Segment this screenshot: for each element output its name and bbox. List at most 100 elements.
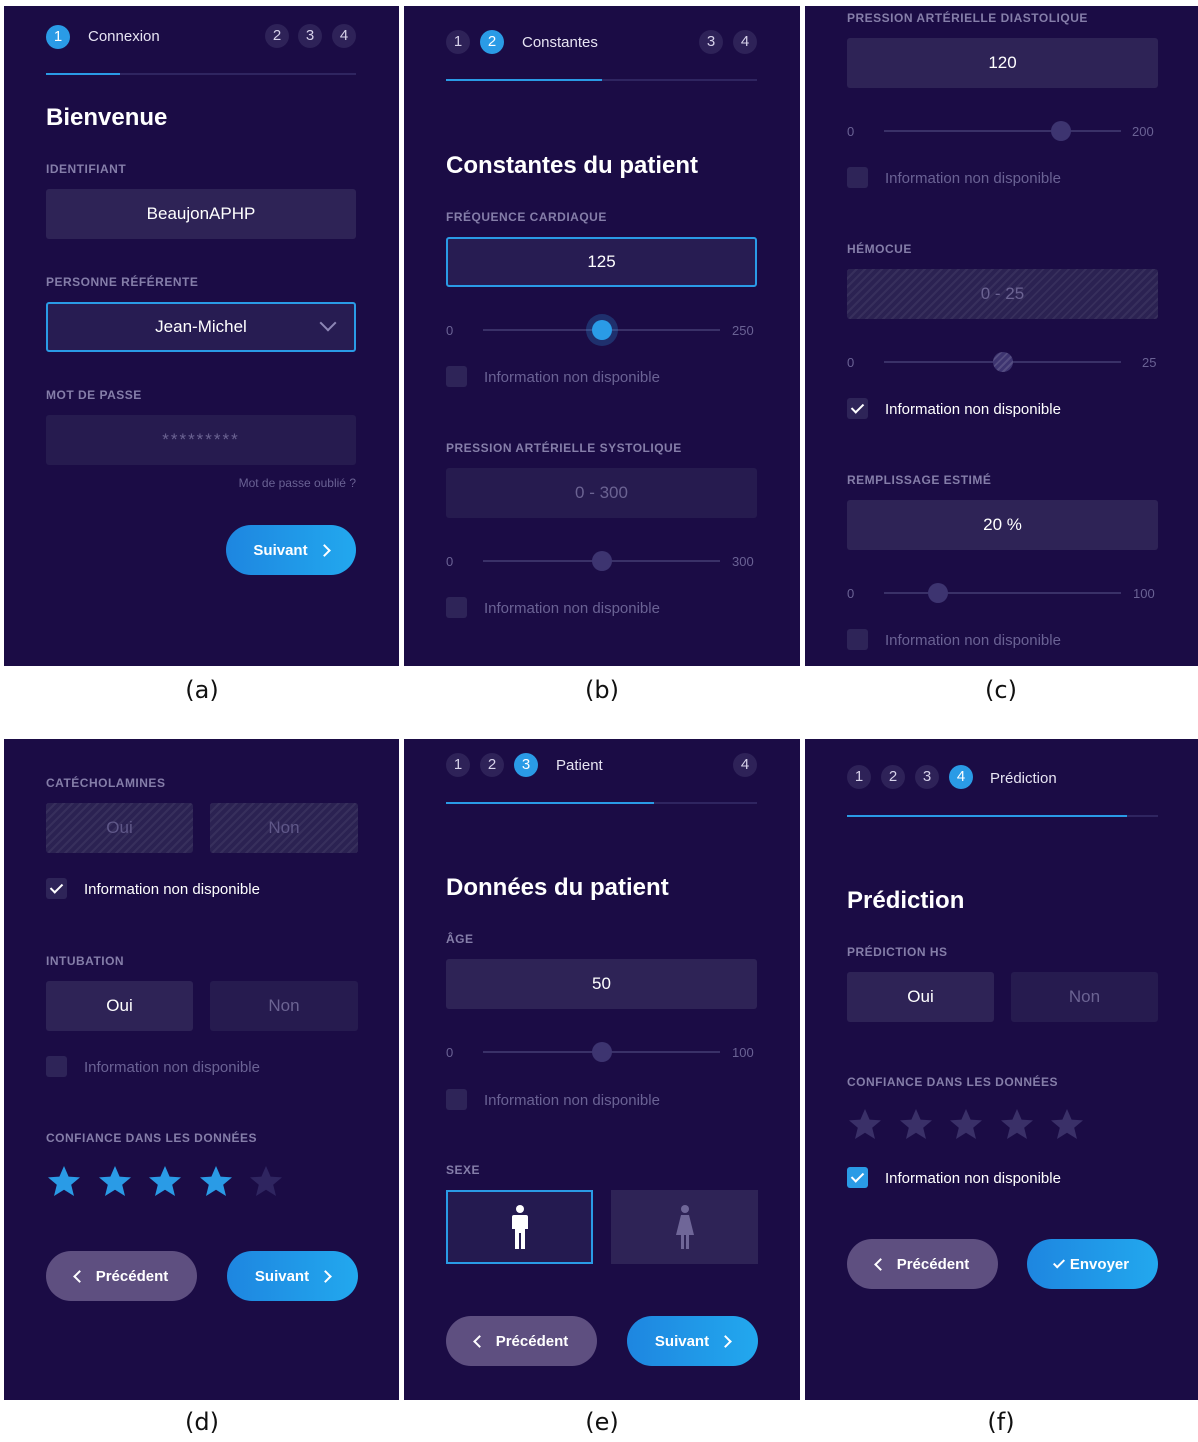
previous-button[interactable]: Précédent bbox=[46, 1251, 197, 1301]
caption-e: (e) bbox=[585, 1408, 619, 1436]
ref-select[interactable]: Jean-Michel bbox=[46, 302, 356, 352]
na-checkbox[interactable] bbox=[847, 629, 868, 650]
star-icon[interactable] bbox=[46, 1164, 82, 1200]
step-2[interactable]: 2 bbox=[480, 30, 504, 54]
step-3[interactable]: 3 bbox=[514, 753, 538, 777]
filling-label: REMPLISSAGE ESTIMÉ bbox=[847, 473, 992, 487]
star-icon[interactable] bbox=[97, 1164, 133, 1200]
sbp-field[interactable]: 0 - 300 bbox=[446, 468, 757, 518]
na-checkbox-checked[interactable] bbox=[847, 1167, 868, 1188]
dbp-slider-knob[interactable] bbox=[1051, 121, 1071, 141]
step-4[interactable]: 4 bbox=[733, 30, 757, 54]
step-4[interactable]: 4 bbox=[733, 753, 757, 777]
caption-a: (a) bbox=[185, 676, 219, 704]
password-field[interactable]: ********* bbox=[46, 415, 356, 465]
star-icon[interactable] bbox=[1049, 1107, 1085, 1143]
slider-min: 0 bbox=[446, 323, 454, 338]
dbp-slider-track[interactable] bbox=[884, 130, 1121, 132]
chevron-right-icon bbox=[719, 1334, 732, 1348]
forgot-password-link[interactable]: Mot de passe oublié ? bbox=[239, 476, 356, 490]
sbp-slider-knob[interactable] bbox=[592, 551, 612, 571]
panel-treatment: CATÉCHOLAMINES Oui Non Information non d… bbox=[4, 739, 399, 1400]
hemocue-field[interactable]: 0 - 25 bbox=[847, 269, 1158, 319]
previous-button[interactable]: Précédent bbox=[446, 1316, 597, 1366]
na-label: Information non disponible bbox=[885, 1170, 1061, 1187]
next-button[interactable]: Suivant bbox=[627, 1316, 758, 1366]
send-label: Envoyer bbox=[1069, 1255, 1130, 1273]
prediction-no[interactable]: Non bbox=[1011, 972, 1158, 1022]
confidence-label: CONFIANCE DANS LES DONNÉES bbox=[46, 1131, 258, 1145]
id-label: IDENTIFIANT bbox=[46, 162, 127, 176]
sex-female-option[interactable] bbox=[611, 1190, 758, 1264]
step-2[interactable]: 2 bbox=[480, 753, 504, 777]
prediction-yes[interactable]: Oui bbox=[847, 972, 994, 1022]
catecholamines-yes[interactable]: Oui bbox=[46, 803, 193, 853]
na-label: Information non disponible bbox=[885, 632, 1061, 649]
star-icon[interactable] bbox=[898, 1107, 934, 1143]
password-placeholder: ********* bbox=[162, 430, 240, 449]
page-title: Bienvenue bbox=[46, 104, 168, 131]
prediction-label: PRÉDICTION HS bbox=[847, 945, 948, 959]
age-field[interactable]: 50 bbox=[446, 959, 757, 1009]
step-1[interactable]: 1 bbox=[46, 25, 70, 49]
step-3[interactable]: 3 bbox=[915, 765, 939, 789]
step-2[interactable]: 2 bbox=[881, 765, 905, 789]
chevron-right-icon bbox=[319, 1269, 332, 1283]
step-4[interactable]: 4 bbox=[332, 24, 356, 48]
slider-max: 100 bbox=[1133, 586, 1155, 601]
intubation-label: INTUBATION bbox=[46, 954, 125, 968]
send-button[interactable]: Envoyer bbox=[1027, 1239, 1158, 1289]
na-checkbox[interactable] bbox=[446, 366, 467, 387]
na-checkbox-checked[interactable] bbox=[847, 398, 868, 419]
next-button[interactable]: Suivant bbox=[226, 525, 356, 575]
na-checkbox[interactable] bbox=[446, 1089, 467, 1110]
star-icon[interactable] bbox=[847, 1107, 883, 1143]
filling-slider-knob[interactable] bbox=[928, 583, 948, 603]
star-icon[interactable] bbox=[248, 1164, 284, 1200]
slider-min: 0 bbox=[847, 586, 855, 601]
sbp-placeholder: 0 - 300 bbox=[575, 483, 628, 502]
progress-bar bbox=[46, 73, 356, 75]
star-icon[interactable] bbox=[198, 1164, 234, 1200]
chevron-left-icon bbox=[873, 1257, 887, 1271]
na-checkbox-checked[interactable] bbox=[46, 878, 67, 899]
previous-button[interactable]: Précédent bbox=[847, 1239, 998, 1289]
intubation-no[interactable]: Non bbox=[210, 981, 358, 1031]
id-field[interactable]: BeaujonAPHP bbox=[46, 189, 356, 239]
page-title: Prédiction bbox=[847, 887, 965, 914]
heart-rate-slider-knob[interactable] bbox=[592, 320, 612, 340]
step-3[interactable]: 3 bbox=[699, 30, 723, 54]
star-icon[interactable] bbox=[999, 1107, 1035, 1143]
page-title: Données du patient bbox=[446, 874, 669, 901]
na-label: Information non disponible bbox=[885, 170, 1061, 187]
step-2[interactable]: 2 bbox=[265, 24, 289, 48]
hemocue-slider-knob[interactable] bbox=[993, 352, 1013, 372]
caption-c: (c) bbox=[985, 676, 1017, 704]
step-1[interactable]: 1 bbox=[847, 765, 871, 789]
filling-field[interactable]: 20 % bbox=[847, 500, 1158, 550]
confidence-label: CONFIANCE DANS LES DONNÉES bbox=[847, 1075, 1059, 1089]
next-button[interactable]: Suivant bbox=[227, 1251, 358, 1301]
catecholamines-no[interactable]: Non bbox=[210, 803, 358, 853]
star-icon[interactable] bbox=[948, 1107, 984, 1143]
step-3[interactable]: 3 bbox=[298, 24, 322, 48]
panel-login: 1 Connexion 2 3 4 Bienvenue IDENTIFIANT … bbox=[4, 6, 399, 666]
filling-slider-track[interactable] bbox=[884, 592, 1121, 594]
heart-rate-field[interactable]: 125 bbox=[446, 237, 757, 287]
ref-label: PERSONNE RÉFÉRENTE bbox=[46, 275, 199, 289]
slider-max: 200 bbox=[1132, 124, 1154, 139]
na-checkbox[interactable] bbox=[446, 597, 467, 618]
step-1[interactable]: 1 bbox=[446, 753, 470, 777]
dbp-label: PRESSION ARTÉRIELLE DIASTOLIQUE bbox=[847, 11, 1088, 25]
slider-max: 25 bbox=[1142, 355, 1157, 370]
next-label: Suivant bbox=[253, 541, 308, 559]
step-4[interactable]: 4 bbox=[949, 765, 973, 789]
dbp-field[interactable]: 120 bbox=[847, 38, 1158, 88]
sex-male-option[interactable] bbox=[446, 1190, 593, 1264]
step-1[interactable]: 1 bbox=[446, 30, 470, 54]
na-checkbox[interactable] bbox=[46, 1056, 67, 1077]
na-checkbox[interactable] bbox=[847, 167, 868, 188]
intubation-yes[interactable]: Oui bbox=[46, 981, 193, 1031]
age-slider-knob[interactable] bbox=[592, 1042, 612, 1062]
star-icon[interactable] bbox=[147, 1164, 183, 1200]
